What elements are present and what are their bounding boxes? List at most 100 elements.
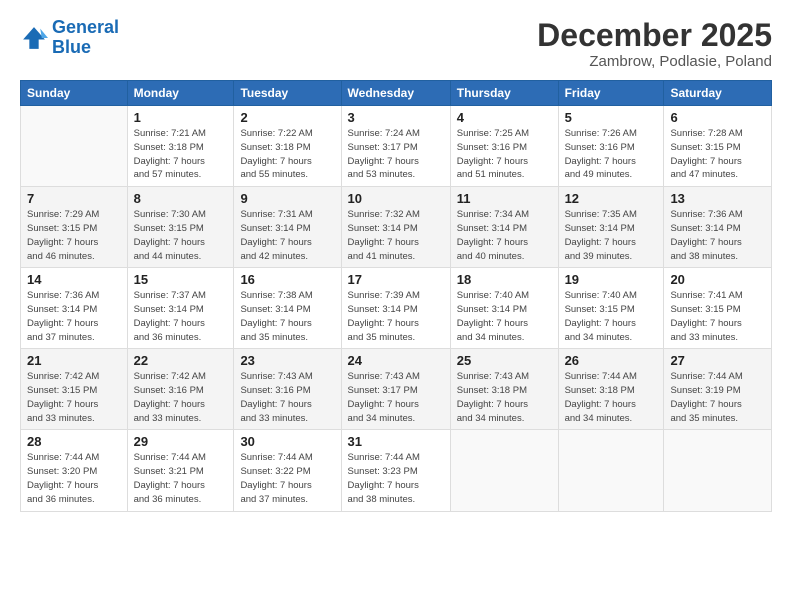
day-info: Sunrise: 7:40 AM Sunset: 3:14 PM Dayligh… xyxy=(457,289,552,344)
calendar-cell: 11Sunrise: 7:34 AM Sunset: 3:14 PM Dayli… xyxy=(450,187,558,268)
day-number: 30 xyxy=(240,434,334,449)
calendar-cell: 26Sunrise: 7:44 AM Sunset: 3:18 PM Dayli… xyxy=(558,349,664,430)
calendar-cell: 6 Sunrise: 7:28 AM Sunset: 3:15 PM Daylig… xyxy=(664,106,772,187)
day-info: Sunrise: 7:39 AM Sunset: 3:14 PM Dayligh… xyxy=(348,289,444,344)
logo: General Blue xyxy=(20,18,119,58)
calendar-cell: 2Sunrise: 7:22 AM Sunset: 3:18 PM Daylig… xyxy=(234,106,341,187)
calendar-cell: 25 Sunrise: 7:43 AM Sunset: 3:18 PM Dayli… xyxy=(450,349,558,430)
day-info: Sunrise: 7:31 AM Sunset: 3:14 PM Dayligh… xyxy=(240,208,334,263)
calendar-cell: 28Sunrise: 7:44 AM Sunset: 3:20 PM Dayli… xyxy=(21,430,128,511)
calendar-cell: 18Sunrise: 7:40 AM Sunset: 3:14 PM Dayli… xyxy=(450,268,558,349)
day-header-sunday: Sunday xyxy=(21,81,128,106)
day-number: 14 xyxy=(27,272,121,287)
day-header-monday: Monday xyxy=(127,81,234,106)
day-number: 3 xyxy=(348,110,444,125)
calendar-cell: 5Sunrise: 7:26 AM Sunset: 3:16 PM Daylig… xyxy=(558,106,664,187)
logo-line1: General xyxy=(52,17,119,37)
day-info: Sunrise: 7:22 AM Sunset: 3:18 PM Dayligh… xyxy=(240,127,334,182)
calendar: SundayMondayTuesdayWednesdayThursdayFrid… xyxy=(20,80,772,511)
day-info: Sunrise: 7:43 AM Sunset: 3:16 PM Dayligh… xyxy=(240,370,334,425)
page: General Blue December 2025 Zambrow, Podl… xyxy=(0,0,792,612)
day-number: 13 xyxy=(670,191,765,206)
day-number: 1 xyxy=(134,110,228,125)
calendar-cell: 31 Sunrise: 7:44 AM Sunset: 3:23 PM Dayli… xyxy=(341,430,450,511)
logo-text: General Blue xyxy=(52,18,119,58)
week-row-1: 1 Sunrise: 7:21 AM Sunset: 3:18 PM Daylig… xyxy=(21,106,772,187)
calendar-cell: 24Sunrise: 7:43 AM Sunset: 3:17 PM Dayli… xyxy=(341,349,450,430)
day-info: Sunrise: 7:28 AM Sunset: 3:15 PM Dayligh… xyxy=(670,127,765,182)
subtitle: Zambrow, Podlasie, Poland xyxy=(537,53,772,70)
calendar-cell: 23 Sunrise: 7:43 AM Sunset: 3:16 PM Dayli… xyxy=(234,349,341,430)
calendar-cell: 17 Sunrise: 7:39 AM Sunset: 3:14 PM Dayli… xyxy=(341,268,450,349)
day-info: Sunrise: 7:44 AM Sunset: 3:21 PM Dayligh… xyxy=(134,451,228,506)
day-info: Sunrise: 7:44 AM Sunset: 3:23 PM Dayligh… xyxy=(348,451,444,506)
day-number: 16 xyxy=(240,272,334,287)
day-info: Sunrise: 7:29 AM Sunset: 3:15 PM Dayligh… xyxy=(27,208,121,263)
day-info: Sunrise: 7:38 AM Sunset: 3:14 PM Dayligh… xyxy=(240,289,334,344)
calendar-cell: 8 Sunrise: 7:30 AM Sunset: 3:15 PM Daylig… xyxy=(127,187,234,268)
header: General Blue December 2025 Zambrow, Podl… xyxy=(20,18,772,70)
day-info: Sunrise: 7:40 AM Sunset: 3:15 PM Dayligh… xyxy=(565,289,658,344)
day-number: 12 xyxy=(565,191,658,206)
calendar-cell: 10Sunrise: 7:32 AM Sunset: 3:14 PM Dayli… xyxy=(341,187,450,268)
week-row-4: 21 Sunrise: 7:42 AM Sunset: 3:15 PM Dayli… xyxy=(21,349,772,430)
calendar-cell: 22 Sunrise: 7:42 AM Sunset: 3:16 PM Dayli… xyxy=(127,349,234,430)
day-number: 23 xyxy=(240,353,334,368)
day-header-friday: Friday xyxy=(558,81,664,106)
day-info: Sunrise: 7:30 AM Sunset: 3:15 PM Dayligh… xyxy=(134,208,228,263)
day-number: 6 xyxy=(670,110,765,125)
calendar-cell xyxy=(450,430,558,511)
day-number: 15 xyxy=(134,272,228,287)
day-number: 29 xyxy=(134,434,228,449)
calendar-cell: 13 Sunrise: 7:36 AM Sunset: 3:14 PM Dayli… xyxy=(664,187,772,268)
week-row-5: 28Sunrise: 7:44 AM Sunset: 3:20 PM Dayli… xyxy=(21,430,772,511)
month-title: December 2025 xyxy=(537,18,772,53)
day-number: 27 xyxy=(670,353,765,368)
day-info: Sunrise: 7:21 AM Sunset: 3:18 PM Dayligh… xyxy=(134,127,228,182)
day-header-wednesday: Wednesday xyxy=(341,81,450,106)
day-number: 9 xyxy=(240,191,334,206)
calendar-cell xyxy=(558,430,664,511)
day-info: Sunrise: 7:44 AM Sunset: 3:22 PM Dayligh… xyxy=(240,451,334,506)
day-info: Sunrise: 7:35 AM Sunset: 3:14 PM Dayligh… xyxy=(565,208,658,263)
day-number: 10 xyxy=(348,191,444,206)
calendar-header-row: SundayMondayTuesdayWednesdayThursdayFrid… xyxy=(21,81,772,106)
calendar-cell: 1 Sunrise: 7:21 AM Sunset: 3:18 PM Daylig… xyxy=(127,106,234,187)
day-number: 21 xyxy=(27,353,121,368)
calendar-cell: 12 Sunrise: 7:35 AM Sunset: 3:14 PM Dayli… xyxy=(558,187,664,268)
day-number: 17 xyxy=(348,272,444,287)
day-number: 28 xyxy=(27,434,121,449)
day-number: 19 xyxy=(565,272,658,287)
calendar-cell: 27 Sunrise: 7:44 AM Sunset: 3:19 PM Dayli… xyxy=(664,349,772,430)
day-number: 25 xyxy=(457,353,552,368)
calendar-cell: 14Sunrise: 7:36 AM Sunset: 3:14 PM Dayli… xyxy=(21,268,128,349)
day-number: 5 xyxy=(565,110,658,125)
calendar-cell: 16 Sunrise: 7:38 AM Sunset: 3:14 PM Dayli… xyxy=(234,268,341,349)
calendar-cell xyxy=(21,106,128,187)
day-number: 31 xyxy=(348,434,444,449)
title-block: December 2025 Zambrow, Podlasie, Poland xyxy=(537,18,772,70)
calendar-cell: 15 Sunrise: 7:37 AM Sunset: 3:14 PM Dayli… xyxy=(127,268,234,349)
day-number: 4 xyxy=(457,110,552,125)
day-number: 7 xyxy=(27,191,121,206)
day-number: 24 xyxy=(348,353,444,368)
calendar-cell: 21 Sunrise: 7:42 AM Sunset: 3:15 PM Dayli… xyxy=(21,349,128,430)
calendar-cell: 19 Sunrise: 7:40 AM Sunset: 3:15 PM Dayli… xyxy=(558,268,664,349)
day-info: Sunrise: 7:44 AM Sunset: 3:19 PM Dayligh… xyxy=(670,370,765,425)
week-row-2: 7 Sunrise: 7:29 AM Sunset: 3:15 PM Daylig… xyxy=(21,187,772,268)
day-info: Sunrise: 7:42 AM Sunset: 3:16 PM Dayligh… xyxy=(134,370,228,425)
week-row-3: 14Sunrise: 7:36 AM Sunset: 3:14 PM Dayli… xyxy=(21,268,772,349)
day-number: 8 xyxy=(134,191,228,206)
logo-icon xyxy=(20,24,48,52)
calendar-cell: 29 Sunrise: 7:44 AM Sunset: 3:21 PM Dayli… xyxy=(127,430,234,511)
day-info: Sunrise: 7:36 AM Sunset: 3:14 PM Dayligh… xyxy=(670,208,765,263)
day-header-tuesday: Tuesday xyxy=(234,81,341,106)
logo-line2: Blue xyxy=(52,37,91,57)
day-number: 22 xyxy=(134,353,228,368)
day-info: Sunrise: 7:43 AM Sunset: 3:18 PM Dayligh… xyxy=(457,370,552,425)
day-info: Sunrise: 7:37 AM Sunset: 3:14 PM Dayligh… xyxy=(134,289,228,344)
calendar-cell: 20Sunrise: 7:41 AM Sunset: 3:15 PM Dayli… xyxy=(664,268,772,349)
day-info: Sunrise: 7:42 AM Sunset: 3:15 PM Dayligh… xyxy=(27,370,121,425)
day-info: Sunrise: 7:44 AM Sunset: 3:18 PM Dayligh… xyxy=(565,370,658,425)
calendar-cell xyxy=(664,430,772,511)
